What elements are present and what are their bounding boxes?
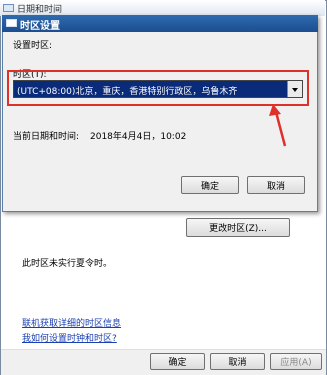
- outer-title: 日期和时间: [17, 5, 63, 15]
- dst-info-text: 此时区未实行夏令时。: [22, 259, 113, 269]
- outer-cancel-button[interactable]: 取消: [210, 353, 265, 370]
- how-to-set-clock-link[interactable]: 我如何设置时钟和时区?: [22, 331, 117, 344]
- dialog-cancel-button[interactable]: 取消: [247, 176, 305, 194]
- dialog-title-bar: 时区设置: [2, 15, 318, 32]
- highlight-box: [7, 70, 309, 106]
- clock-app-icon: [3, 4, 14, 12]
- current-datetime-label: 当前日期和时间:: [13, 132, 80, 142]
- online-tz-info-link[interactable]: 联机获取详细的时区信息: [22, 316, 121, 329]
- annotation-arrow-icon: [269, 104, 287, 147]
- dialog-ok-button[interactable]: 确定: [181, 176, 239, 194]
- set-timezone-label: 设置时区:: [13, 41, 53, 51]
- dialog-title: 时区设置: [20, 21, 60, 32]
- outer-apply-button[interactable]: 应用(A): [270, 353, 322, 370]
- outer-title-bar: 日期和时间: [0, 0, 325, 16]
- outer-ok-button[interactable]: 确定: [150, 353, 205, 370]
- current-datetime-value: 2018年4月4日，10:02: [90, 132, 187, 142]
- change-timezone-button[interactable]: 更改时区(Z)...: [186, 218, 290, 237]
- clock-app-icon: [6, 19, 17, 27]
